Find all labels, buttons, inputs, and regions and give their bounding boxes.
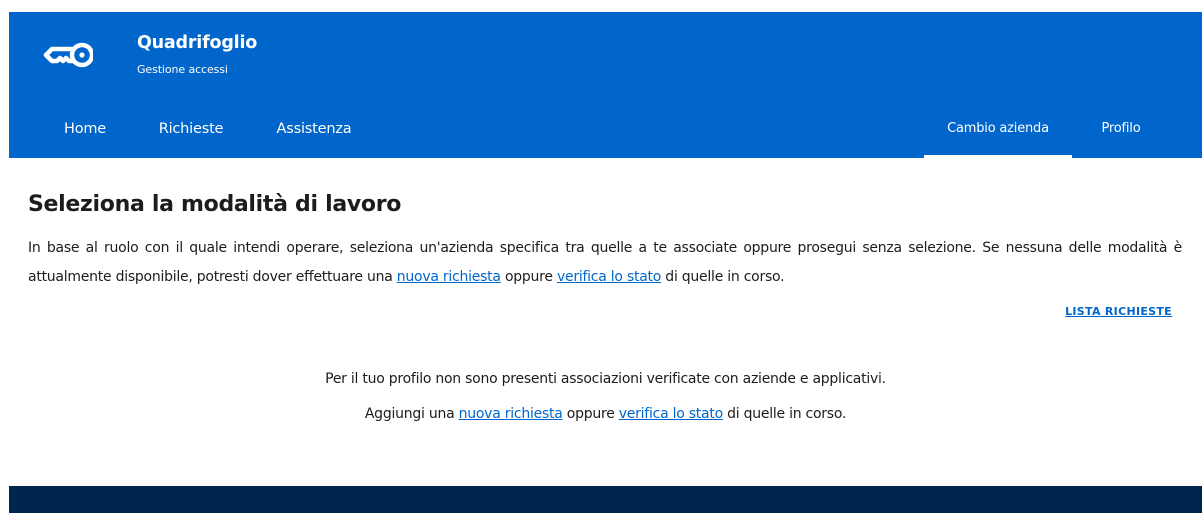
empty-check-status-link[interactable]: verifica lo stato <box>619 406 723 422</box>
nav-home[interactable]: Home <box>47 106 123 158</box>
page-title: Seleziona la modalità di lavoro <box>28 192 402 217</box>
site-header: Quadrifoglio Gestione accessi Home Richi… <box>9 12 1202 158</box>
nav-cambio-azienda[interactable]: Cambio azienda <box>924 106 1072 158</box>
nav-assistenza[interactable]: Assistenza <box>257 106 371 158</box>
empty-state-message: Per il tuo profilo non sono presenti ass… <box>325 371 886 387</box>
nav-richieste[interactable]: Richieste <box>140 106 242 158</box>
intro-text-end: di quelle in corso. <box>661 269 785 285</box>
intro-text: In base al ruolo con il quale intendi op… <box>28 234 1182 292</box>
site-footer <box>9 486 1202 513</box>
request-list-link[interactable]: LISTA RICHIESTE <box>1065 305 1172 318</box>
brand-title[interactable]: Quadrifoglio <box>137 33 257 53</box>
intro-text-mid: oppure <box>500 269 557 285</box>
empty-state-text-start: Aggiungi una <box>364 406 459 422</box>
empty-state-text-end: di quelle in corso. <box>722 406 847 422</box>
key-icon[interactable] <box>43 38 95 72</box>
new-request-link[interactable]: nuova richiesta <box>397 269 501 285</box>
main-nav: Home Richieste Assistenza Cambio azienda… <box>9 106 1202 158</box>
empty-new-request-link[interactable]: nuova richiesta <box>459 406 563 422</box>
header-brand-bar: Quadrifoglio Gestione accessi <box>9 12 1202 106</box>
main-content: Seleziona la modalità di lavoro In base … <box>9 158 1202 486</box>
brand-subtitle: Gestione accessi <box>137 63 228 76</box>
empty-state-text-mid: oppure <box>562 406 619 422</box>
nav-profilo[interactable]: Profilo <box>1086 106 1156 158</box>
check-status-link[interactable]: verifica lo stato <box>557 269 661 285</box>
empty-state-actions: Aggiungi una nuova richiesta oppure veri… <box>9 405 1202 423</box>
page: Quadrifoglio Gestione accessi Home Richi… <box>9 12 1202 513</box>
